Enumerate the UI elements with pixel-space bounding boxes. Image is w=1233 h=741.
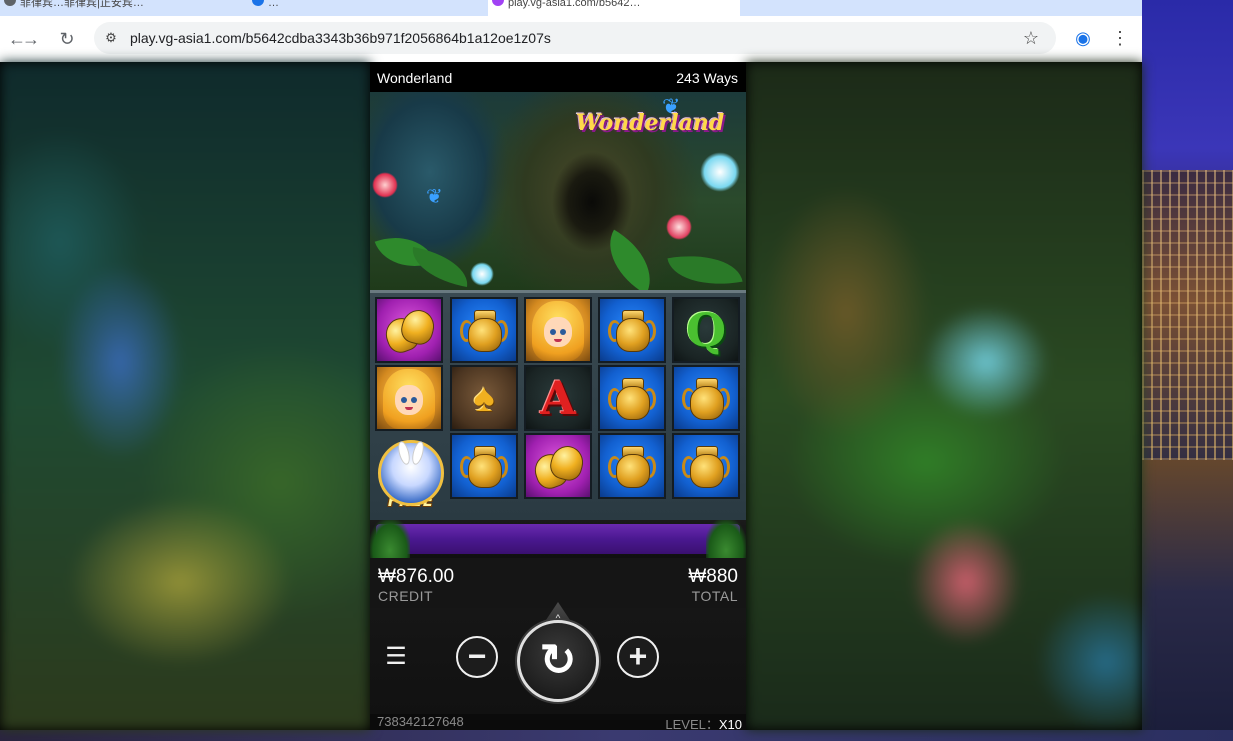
taskbar-edge	[0, 730, 1233, 741]
reel-grid: FREE ♠ A	[370, 290, 746, 524]
reel-cell-alice	[524, 297, 592, 363]
reload-button[interactable]: ↻	[54, 26, 80, 52]
golden-pot-icon	[608, 374, 656, 422]
reel-cell-pot	[450, 297, 518, 363]
blue-flower-icon	[470, 262, 494, 286]
letter-q-symbol-icon: Q	[685, 303, 727, 357]
reel-cell-ace: A	[524, 365, 592, 431]
reel-cell-alice	[375, 365, 443, 431]
reload-icon: ↻	[59, 29, 75, 49]
tab-strip: 菲律宾…菲律宾|正安宾… … play.vg-asia1.com/b5642…	[0, 0, 1142, 16]
minus-icon: −	[467, 638, 487, 674]
game-header: Wonderland 243 Ways	[370, 62, 746, 92]
level-value: X10	[718, 717, 742, 730]
blurred-background-left	[0, 62, 370, 730]
golden-pot-icon	[682, 442, 730, 490]
hamburger-icon: ☰	[385, 643, 407, 670]
kebab-menu-icon[interactable]: ⋮	[1108, 26, 1132, 50]
browser-tab-1[interactable]: 菲律宾…菲律宾|正安宾…	[0, 0, 260, 16]
red-flower-icon	[372, 172, 398, 198]
leaf-decoration	[594, 229, 666, 290]
address-bar[interactable]: ⚙ play.vg-asia1.com/b5642cdba3343b36b971…	[94, 22, 1056, 54]
forest-scene: ❦ ❦ Wonderland	[370, 92, 746, 290]
tab-favicon-icon	[252, 0, 264, 6]
spin-arrow-icon: ↻	[539, 636, 577, 685]
butterfly-icon: ❦	[426, 186, 443, 208]
blue-flower-icon	[700, 152, 740, 192]
reel-cell-bell	[375, 297, 443, 363]
golden-pot-icon	[460, 306, 508, 354]
browser-toolbar: ← → ↻ ⚙ play.vg-asia1.com/b5642cdba3343b…	[0, 16, 1142, 62]
leaf-decoration	[706, 520, 746, 558]
bell-symbol-icon	[381, 306, 438, 357]
leaf-decoration	[370, 520, 410, 558]
level-label: LEVEL：	[665, 717, 719, 730]
win-message-strip	[376, 524, 740, 554]
credit-label: CREDIT	[378, 588, 434, 604]
reel-cell-pot	[598, 433, 666, 499]
wonderland-logo: Wonderland	[575, 110, 725, 136]
win-message-bar	[370, 520, 746, 558]
free-spin-scatter-symbol: FREE	[373, 435, 449, 515]
reel-cell-pot	[598, 365, 666, 431]
ways-count: 243 Ways	[676, 70, 738, 86]
reel-cell-queen: Q	[672, 297, 740, 363]
reel-cell-spade: ♠	[450, 365, 518, 431]
tab-label: …	[268, 0, 279, 9]
session-id: 738342127648	[377, 714, 464, 729]
total-bet-label: TOTAL	[691, 588, 738, 604]
spade-symbol-icon: ♠	[473, 376, 495, 420]
blurred-background-right	[746, 62, 1142, 730]
reel-cell-pot	[672, 365, 740, 431]
city-night-image	[1142, 170, 1233, 460]
browser-tab-2[interactable]: …	[248, 0, 498, 16]
golden-pot-icon	[460, 442, 508, 490]
spin-button[interactable]: ↻	[517, 620, 599, 702]
site-settings-icon[interactable]: ⚙	[102, 29, 120, 47]
tab-label: 菲律宾…菲律宾|正安宾…	[20, 0, 144, 9]
level-indicator: LEVEL：X10	[665, 714, 742, 730]
tab-favicon-icon	[4, 0, 16, 6]
control-panel: ☰ − ^ ↻ +	[370, 602, 746, 714]
desktop-wallpaper	[1142, 0, 1233, 741]
credit-value: ₩876.00	[378, 566, 455, 587]
red-flower-icon	[666, 214, 692, 240]
reel-cell-pot	[672, 433, 740, 499]
menu-button[interactable]: ☰	[384, 643, 408, 670]
alice-symbol-icon	[528, 299, 588, 361]
bell-symbol-icon	[530, 442, 587, 493]
decrease-bet-button[interactable]: −	[456, 636, 498, 678]
url-text[interactable]: play.vg-asia1.com/b5642cdba3343b36b971f2…	[130, 22, 551, 54]
slot-game: Wonderland 243 Ways ❦ ❦ Wonderland ♠ A Q…	[370, 62, 746, 730]
profile-icon[interactable]: ◉	[1071, 26, 1095, 50]
game-footer: 738342127648 LEVEL：X10	[370, 714, 746, 730]
reel-cell-pot	[450, 433, 518, 499]
letter-a-symbol-icon: A	[540, 371, 576, 425]
reel-cell-bell	[524, 433, 592, 499]
increase-bet-button[interactable]: +	[617, 636, 659, 678]
plus-icon: +	[628, 638, 648, 674]
game-title: Wonderland	[377, 70, 453, 86]
arrow-right-icon: →	[22, 29, 40, 49]
total-bet-value: ₩880	[688, 566, 738, 587]
forward-button[interactable]: →	[18, 26, 44, 52]
golden-pot-icon	[608, 306, 656, 354]
reel-cell-pot	[598, 297, 666, 363]
tab-favicon-icon	[492, 0, 504, 6]
bookmark-star-icon[interactable]: ☆	[1020, 27, 1042, 49]
alice-symbol-icon	[379, 367, 439, 429]
golden-pot-icon	[682, 374, 730, 422]
leaf-decoration	[667, 246, 743, 290]
golden-pot-icon	[608, 442, 656, 490]
browser-window: 菲律宾…菲律宾|正安宾… … play.vg-asia1.com/b5642… …	[0, 0, 1142, 730]
tab-label: play.vg-asia1.com/b5642…	[508, 0, 641, 9]
browser-tab-active[interactable]: play.vg-asia1.com/b5642…	[488, 0, 740, 16]
white-rabbit-icon	[378, 440, 444, 506]
leaf-decoration	[407, 247, 473, 287]
balance-panel: ₩876.00 CREDIT ₩880 TOTAL	[370, 558, 746, 608]
